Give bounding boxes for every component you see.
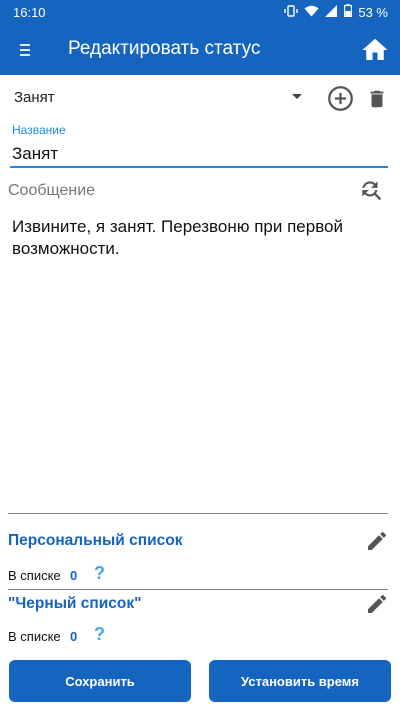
edit-black-list-button[interactable] (364, 593, 390, 619)
set-time-button[interactable]: Установить время (209, 660, 391, 702)
status-dropdown-value: Занят (14, 89, 55, 106)
wifi-icon (304, 5, 319, 20)
signal-icon (325, 4, 338, 20)
add-circle-icon (327, 85, 354, 117)
message-search-button[interactable] (356, 178, 386, 206)
black-list-help-icon[interactable]: ? (94, 624, 105, 645)
add-status-button[interactable] (325, 85, 355, 117)
trash-icon (366, 86, 388, 117)
edit-personal-list-button[interactable] (364, 530, 390, 556)
vibrate-icon (284, 4, 299, 20)
chevron-down-icon (292, 94, 302, 99)
battery-percent: 53 % (358, 4, 388, 20)
divider (8, 589, 388, 590)
message-text[interactable]: Извините, я занят. Перезвоню при первой … (12, 216, 382, 260)
black-list-count: 0 (70, 629, 78, 644)
system-status-bar: 16:10 53 % (0, 0, 400, 25)
save-button[interactable]: Сохранить (9, 660, 191, 702)
personal-list-title: Персональный список (8, 532, 183, 549)
search-refresh-icon (358, 177, 384, 208)
status-dropdown[interactable]: Занят (8, 82, 308, 114)
divider (8, 513, 388, 514)
delete-status-button[interactable] (364, 87, 390, 115)
battery-icon (344, 4, 353, 20)
black-list-title: "Черный список" (8, 595, 142, 612)
personal-list-count-label: В списке (8, 568, 61, 583)
pencil-icon (365, 592, 389, 621)
personal-list-help-icon[interactable]: ? (94, 563, 105, 584)
pencil-icon (365, 529, 389, 558)
name-field-label: Название (12, 123, 66, 137)
black-list-count-label: В списке (8, 629, 61, 644)
menu-icon[interactable] (14, 38, 36, 62)
message-label: Сообщение (8, 182, 96, 199)
page-title: Редактировать статус (68, 38, 261, 59)
home-icon[interactable] (360, 35, 390, 65)
app-bar: Редактировать статус (0, 25, 400, 75)
clock: 16:10 (13, 5, 46, 20)
personal-list-count: 0 (70, 568, 78, 583)
name-field[interactable] (10, 142, 388, 168)
